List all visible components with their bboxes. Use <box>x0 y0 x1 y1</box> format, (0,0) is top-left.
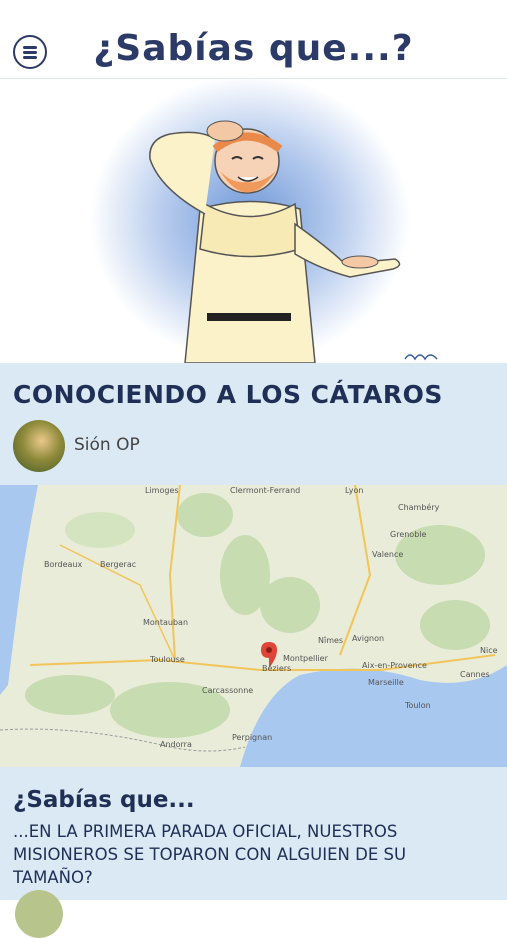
teaser-text[interactable]: ...EN LA PRIMERA PARADA OFICIAL, NUESTRO… <box>13 820 483 889</box>
author-name[interactable]: Sión OP <box>74 435 140 455</box>
hero-illustration <box>0 79 507 363</box>
author-avatar[interactable] <box>13 420 65 472</box>
svg-text:Limoges: Limoges <box>145 486 179 495</box>
svg-text:Montauban: Montauban <box>143 618 188 627</box>
friar-illustration <box>149 120 438 363</box>
svg-text:Aix-en-Provence: Aix-en-Provence <box>362 661 427 670</box>
svg-text:Montpellier: Montpellier <box>283 654 329 663</box>
svg-text:Cannes: Cannes <box>460 670 490 679</box>
map-graphic: Limoges Clermont-Ferrand Lyon Chambéry G… <box>0 485 507 767</box>
top-bar: ¿Sabías que...? <box>0 0 507 79</box>
teaser-title[interactable]: ¿Sabías que... <box>13 787 195 813</box>
svg-text:Nîmes: Nîmes <box>318 636 343 645</box>
svg-text:Toulon: Toulon <box>404 701 431 710</box>
svg-text:Bergerac: Bergerac <box>100 560 136 569</box>
map-image[interactable]: Limoges Clermont-Ferrand Lyon Chambéry G… <box>0 485 507 767</box>
svg-text:Carcassonne: Carcassonne <box>202 686 253 695</box>
svg-text:Perpignan: Perpignan <box>232 733 272 742</box>
svg-text:Clermont-Ferrand: Clermont-Ferrand <box>230 486 300 495</box>
svg-text:Toulouse: Toulouse <box>149 655 185 664</box>
article-title[interactable]: CONOCIENDO A LOS CÁTAROS <box>13 380 443 409</box>
next-card-avatar[interactable] <box>15 890 63 938</box>
svg-text:Chambéry: Chambéry <box>398 502 440 512</box>
svg-text:Andorra: Andorra <box>160 740 192 749</box>
page-title: ¿Sabías que...? <box>93 28 414 69</box>
svg-text:Béziers: Béziers <box>262 663 291 673</box>
svg-text:Marseille: Marseille <box>368 678 404 687</box>
svg-text:Lyon: Lyon <box>345 486 363 495</box>
svg-text:Nice: Nice <box>480 646 498 655</box>
svg-text:Avignon: Avignon <box>352 634 384 643</box>
svg-text:Grenoble: Grenoble <box>390 530 427 539</box>
svg-text:Valence: Valence <box>372 550 403 559</box>
svg-text:Bordeaux: Bordeaux <box>44 560 83 569</box>
